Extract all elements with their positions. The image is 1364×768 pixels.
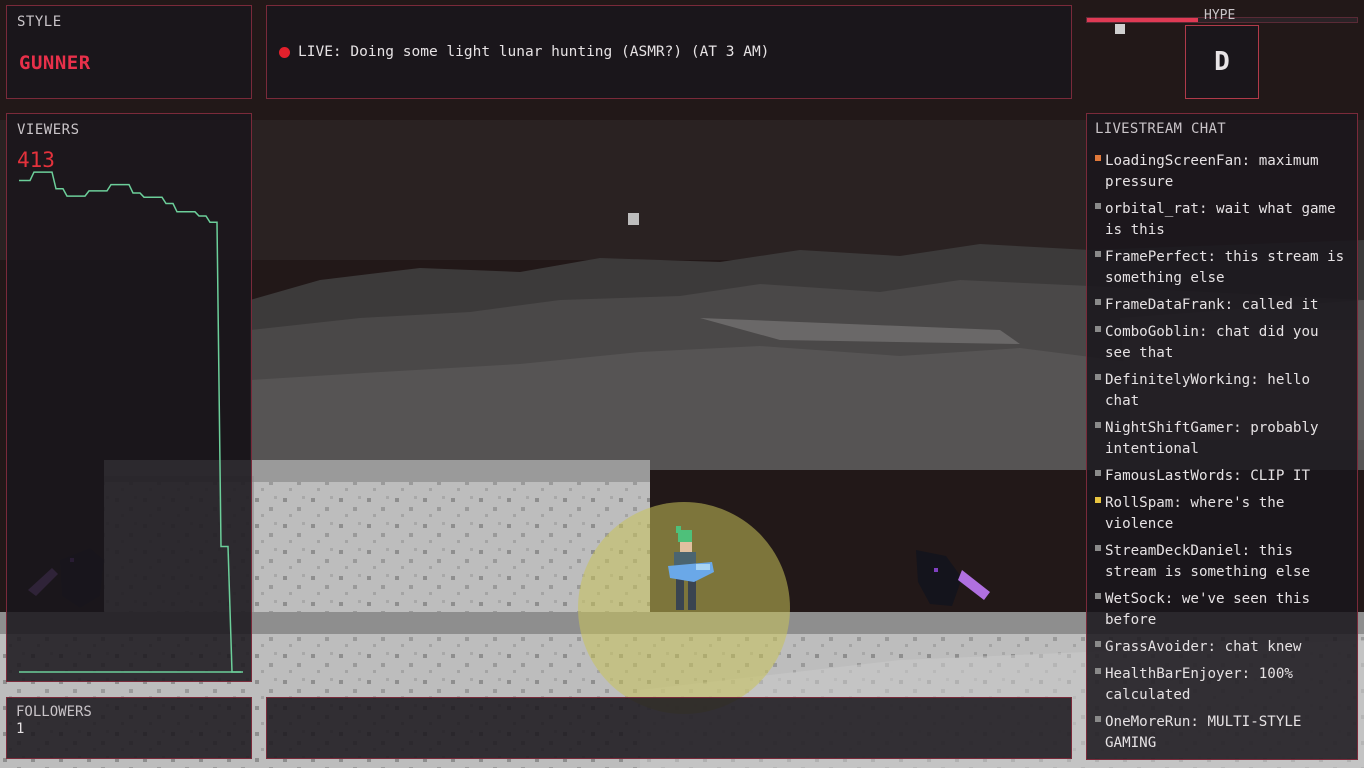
chat-message: GrassAvoider: chat knew <box>1094 637 1352 658</box>
chat-user-tag-icon <box>1095 716 1101 722</box>
rank-letter: D <box>1214 47 1230 77</box>
live-title: LIVE: Doing some light lunar hunting (AS… <box>298 44 770 60</box>
followers-title: FOLLOWERS <box>16 704 92 720</box>
chat-message: NightShiftGamer: probably intentional <box>1094 418 1352 460</box>
live-dot-icon <box>279 47 290 58</box>
viewers-graph <box>18 171 243 673</box>
chat-message-text: WetSock: we've seen this before <box>1105 591 1310 628</box>
chat-user-tag-icon <box>1095 203 1101 209</box>
chat-user-tag-icon <box>1095 545 1101 551</box>
chat-message: RollSpam: where's the violence <box>1094 493 1352 535</box>
chat-message-text: orbital_rat: wait what game is this <box>1105 201 1336 238</box>
chat-message: FramePerfect: this stream is something e… <box>1094 247 1352 289</box>
viewers-graph-line <box>18 171 243 673</box>
chat-user-tag-icon <box>1095 470 1101 476</box>
chat-message: LoadingScreenFan: maximum pressure <box>1094 151 1352 193</box>
chat-message: orbital_rat: wait what game is this <box>1094 199 1352 241</box>
chat-message-text: LoadingScreenFan: maximum pressure <box>1105 153 1319 190</box>
live-banner: LIVE: Doing some light lunar hunting (AS… <box>266 5 1072 99</box>
chat-message-text: FramePerfect: this stream is something e… <box>1105 249 1345 286</box>
chat-user-tag-icon <box>1095 497 1101 503</box>
hype-marker-icon <box>1115 24 1125 34</box>
chat-message: WetSock: we've seen this before <box>1094 589 1352 631</box>
chat-list: LoadingScreenFan: maximum pressure orbita… <box>1094 151 1352 760</box>
hype-bar-fill <box>1087 18 1198 22</box>
chat-title: LIVESTREAM CHAT <box>1095 121 1226 137</box>
chat-user-tag-icon <box>1095 668 1101 674</box>
style-value: GUNNER <box>19 52 91 74</box>
chat-message-text: FamousLastWords: CLIP IT <box>1105 468 1310 484</box>
chat-message-text: GrassAvoider: chat knew <box>1105 639 1302 655</box>
style-title: STYLE <box>17 14 62 30</box>
chat-message: HealthBarEnjoyer: 100% calculated <box>1094 664 1352 706</box>
chat-user-tag-icon <box>1095 251 1101 257</box>
chat-message-text: StreamDeckDaniel: this stream is somethi… <box>1105 543 1310 580</box>
viewers-panel: VIEWERS 413 <box>6 113 252 682</box>
hype-label: HYPE <box>1204 8 1236 23</box>
chat-message: ComboGoblin: chat did you see that <box>1094 322 1352 364</box>
style-panel: STYLE GUNNER <box>6 5 252 99</box>
chat-message: FamousLastWords: CLIP IT <box>1094 466 1352 487</box>
chat-message: OneMoreRun: MULTI-STYLE GAMING <box>1094 712 1352 754</box>
followers-panel: FOLLOWERS 1 <box>6 697 252 759</box>
bottom-strip <box>0 759 1364 768</box>
chat-message: DefinitelyWorking: hello chat <box>1094 370 1352 412</box>
chat-message-text: NightShiftGamer: probably intentional <box>1105 420 1319 457</box>
chat-message-text: RollSpam: where's the violence <box>1105 495 1285 532</box>
chat-user-tag-icon <box>1095 641 1101 647</box>
bottom-panel <box>266 697 1072 759</box>
chat-user-tag-icon <box>1095 422 1101 428</box>
rank-box: D <box>1185 25 1259 99</box>
chat-message-text: OneMoreRun: MULTI-STYLE GAMING <box>1105 714 1302 751</box>
chat-message-text: FrameDataFrank: called it <box>1105 297 1319 313</box>
chat-user-tag-icon <box>1095 326 1101 332</box>
moon-speck <box>628 213 639 225</box>
followers-count: 1 <box>16 721 25 737</box>
chat-user-tag-icon <box>1095 299 1101 305</box>
chat-user-tag-icon <box>1095 155 1101 161</box>
chat-user-tag-icon <box>1095 374 1101 380</box>
chat-user-tag-icon <box>1095 593 1101 599</box>
chat-message-text: HealthBarEnjoyer: 100% calculated <box>1105 666 1293 703</box>
chat-message: StreamDeckDaniel: this stream is somethi… <box>1094 541 1352 583</box>
livestream-chat-panel: LIVESTREAM CHAT LoadingScreenFan: maximu… <box>1086 113 1358 760</box>
chat-message: FrameDataFrank: called it <box>1094 295 1352 316</box>
chat-message-text: ComboGoblin: chat did you see that <box>1105 324 1319 361</box>
chat-message-text: DefinitelyWorking: hello chat <box>1105 372 1310 409</box>
